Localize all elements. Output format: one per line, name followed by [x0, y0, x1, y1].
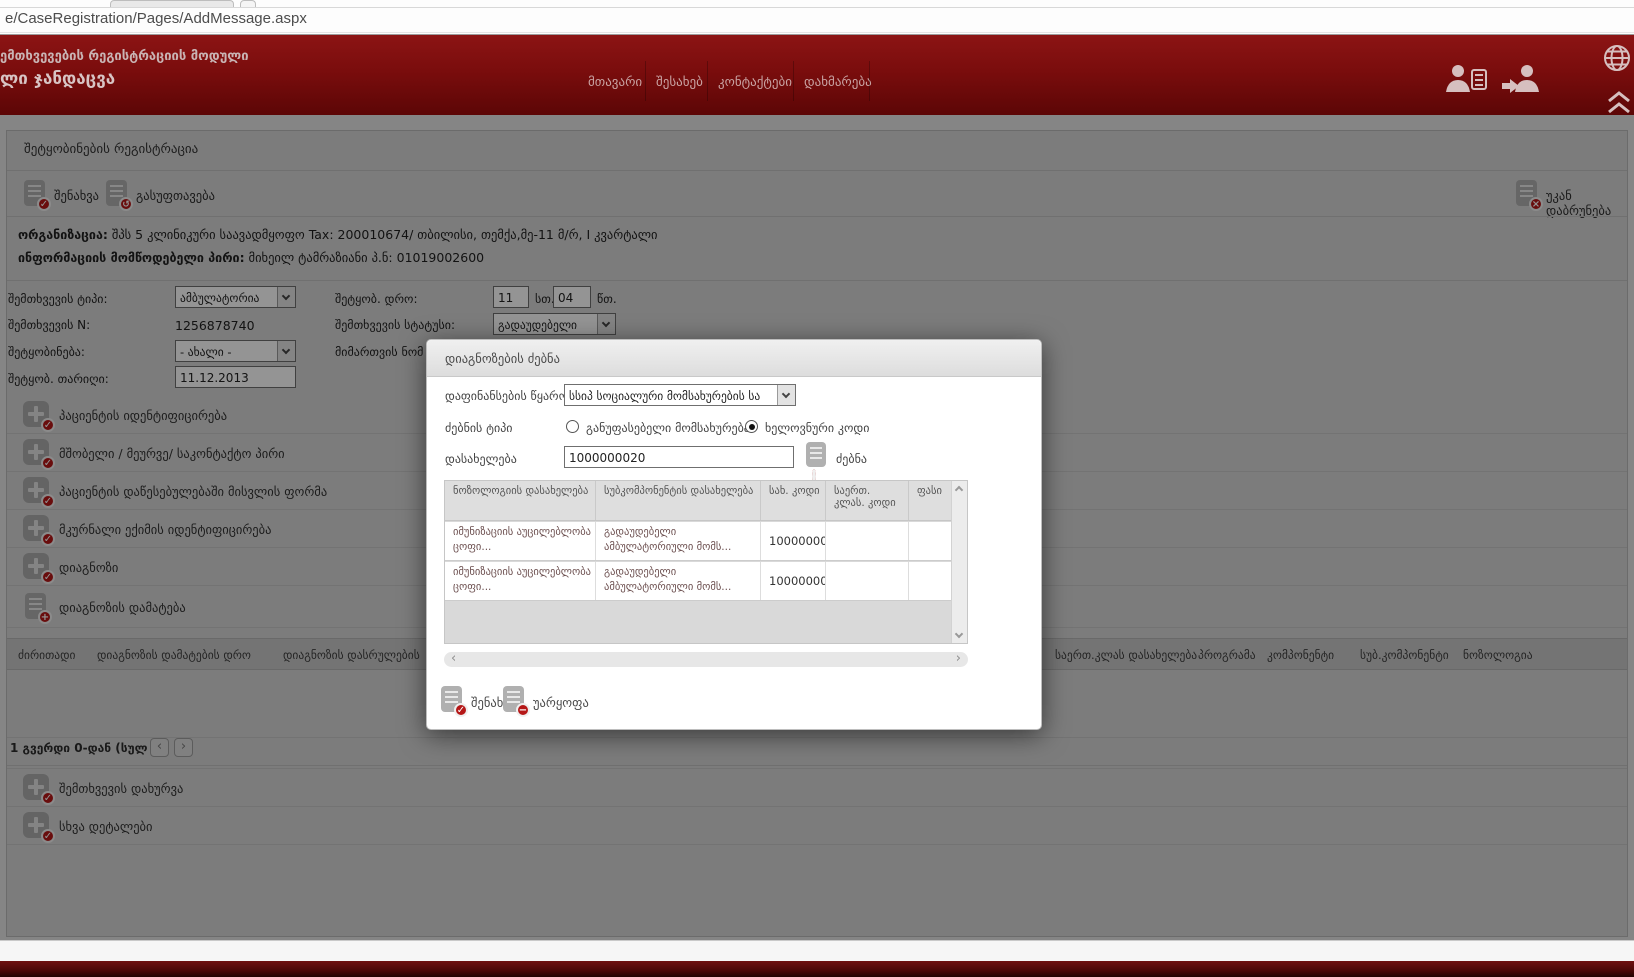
application-window: e/CaseRegistration/Pages/AddMessage.aspx… [0, 0, 1634, 977]
address-bar-url[interactable]: e/CaseRegistration/Pages/AddMessage.aspx [5, 10, 307, 27]
nav-divider [645, 61, 646, 101]
chevron-down-icon[interactable] [777, 385, 795, 405]
diagnosis-search-dialog: დიაგნოზების ძებნა დაფინანსების წყარო სსი… [426, 339, 1042, 730]
dialog-titlebar[interactable]: დიაგნოზების ძებნა [427, 340, 1041, 377]
nav-item-contacts[interactable]: კონტაქტები [718, 75, 792, 90]
vertical-scrollbar[interactable] [951, 481, 967, 643]
header-class-code[interactable]: საერთ. კლას. კოდი [826, 481, 909, 520]
logout-user-icon[interactable] [1500, 62, 1544, 100]
header-price[interactable]: ფასი [909, 481, 952, 520]
nav-item-home[interactable]: მთავარი [588, 75, 642, 90]
user-profile-icon[interactable] [1444, 62, 1490, 100]
modal-save-icon[interactable] [441, 686, 468, 717]
check-badge-icon [454, 703, 468, 717]
app-title-line2: ლი ჯანდაცვა [0, 69, 116, 89]
search-type-label: ძებნის ტიპი [445, 421, 513, 435]
search-icon[interactable] [806, 442, 826, 484]
dialog-title: დიაგნოზების ძებნა [445, 351, 560, 366]
nav-item-help[interactable]: დახმარება [804, 75, 872, 90]
header-state-code[interactable]: სახ. კოდი [761, 481, 826, 520]
funding-source-select[interactable]: სსიპ სოციალური მომსახურების სა [564, 384, 796, 406]
browser-tab-small[interactable] [240, 0, 256, 7]
header-nosology-name[interactable]: ნოზოლოგიის დასახელება [445, 481, 596, 520]
tab-strip-line [0, 7, 1634, 8]
funding-source-label: დაფინანსების წყარო [445, 389, 569, 403]
scroll-down-icon[interactable] [954, 629, 964, 639]
priced-service-radio-label[interactable]: განუფასებელი მომსახურება [586, 421, 750, 435]
scroll-up-icon[interactable] [954, 485, 964, 495]
browser-tab[interactable] [110, 0, 234, 7]
nav-divider [793, 61, 794, 101]
header-subcomponent-name[interactable]: სუბკომპონენტის დასახელება [596, 481, 761, 520]
scroll-left-icon[interactable]: ‹ [451, 652, 456, 666]
horizontal-scrollbar[interactable]: ‹ › [444, 652, 968, 667]
artificial-code-radio-label[interactable]: ხელოვნური კოდი [765, 421, 869, 435]
nav-item-about[interactable]: შესახებ [656, 75, 703, 90]
chrome-divider [0, 32, 1634, 33]
nav-divider [869, 61, 870, 101]
scroll-right-icon[interactable]: › [956, 652, 961, 666]
diagnosis-results-table: ნოზოლოგიის დასახელება სუბკომპონენტის დას… [444, 480, 968, 644]
results-table-header: ნოზოლოგიის დასახელება სუბკომპონენტის დას… [445, 481, 952, 521]
diagnosis-search-input[interactable]: 1000000020 [564, 446, 794, 468]
table-row[interactable]: იმუნიზაციის აუცილებლობა ცოფი... გადაუდებ… [445, 562, 952, 601]
browser-chrome: e/CaseRegistration/Pages/AddMessage.aspx [0, 0, 1634, 35]
modal-cancel-icon[interactable] [503, 686, 530, 717]
bottom-white-strip [0, 940, 1634, 961]
bottom-bar [0, 961, 1634, 977]
language-globe-icon[interactable] [1602, 43, 1632, 77]
minus-badge-icon [516, 703, 530, 717]
nav-divider [707, 61, 708, 101]
table-row[interactable]: იმუნიზაციის აუცილებლობა ცოფი... გადაუდებ… [445, 522, 952, 561]
artificial-code-radio[interactable] [745, 420, 758, 433]
priced-service-radio[interactable] [566, 420, 579, 433]
modal-cancel-button[interactable]: უარყოფა [533, 695, 589, 710]
search-button[interactable]: ძებნა [836, 452, 867, 466]
name-label: დასახელება [445, 452, 517, 466]
app-title-line1: ემთხვევების რეგისტრაციის მოდული [0, 49, 249, 64]
app-header: ემთხვევების რეგისტრაციის მოდული ლი ჯანდა… [0, 35, 1634, 115]
